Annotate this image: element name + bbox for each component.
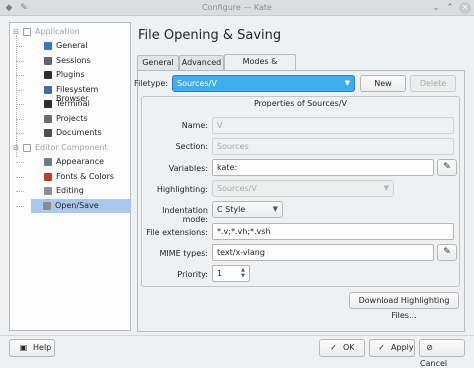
close-icon[interactable]: ✕ [459, 2, 471, 14]
sidebar-item-sessions[interactable]: Sessions [32, 54, 130, 68]
sidebar-item-label: Appearance [56, 157, 105, 166]
delete-button[interactable]: Delete [410, 75, 456, 92]
sidebar-item-filesystem-browser[interactable]: Filesystem Browser [32, 83, 130, 103]
sidebar-item-plugins[interactable]: Plugins [32, 68, 130, 82]
tab-general[interactable]: General [137, 55, 179, 70]
editor-component-icon [23, 144, 31, 152]
sidebar-item-fonts-colors[interactable]: Fonts & Colors [32, 170, 130, 184]
edit-variables-button[interactable]: ✎ [437, 159, 457, 176]
cancel-button[interactable]: ⊘Cancel [419, 339, 465, 368]
indentation-select[interactable]: C Style ▼ [212, 201, 283, 218]
variables-label: Variables: [168, 164, 208, 173]
collapse-toggle-icon[interactable]: ⊟ [12, 143, 20, 153]
sidebar-item-label: Documents [56, 128, 102, 137]
extensions-field[interactable]: *.v;*.vh;*.vsh [212, 223, 454, 240]
title-bar: ◆ ✎ Configure — Kate ⌄ ⌃ ✕ [0, 0, 474, 16]
chevron-down-icon: ▼ [344, 79, 350, 87]
check-icon: ✓ [330, 343, 337, 352]
sidebar-item-label: Plugins [56, 70, 85, 79]
plugins-icon [44, 71, 52, 79]
tab-advanced[interactable]: Advanced [179, 55, 224, 70]
sidebar-item-label: Fonts & Colors [56, 171, 114, 181]
variables-field[interactable]: kate: [212, 159, 434, 176]
application-icon [23, 28, 31, 36]
help-button[interactable]: ▣ Help [9, 339, 55, 357]
group-editor-component[interactable]: ⊟ Editor Component [10, 141, 130, 155]
new-button[interactable]: New [360, 75, 406, 92]
appearance-icon [44, 158, 52, 166]
footer-divider [0, 335, 474, 336]
extensions-label: File extensions: [146, 228, 208, 237]
section-label: Section: [175, 142, 208, 151]
sidebar-item-general[interactable]: General [32, 39, 130, 53]
section-field[interactable]: Sources [212, 138, 454, 155]
edit-mime-button[interactable]: ✎ [437, 244, 457, 261]
download-highlighting-button[interactable]: Download Highlighting Files... [349, 292, 459, 320]
sidebar-item-label: Terminal [56, 99, 90, 108]
collapse-toggle-icon[interactable]: ⊟ [12, 27, 20, 37]
edit-icon: ✎ [443, 162, 451, 172]
sidebar-item-label: General [56, 41, 88, 50]
filetype-select[interactable]: Sources/V ▼ [172, 75, 355, 92]
sidebar-item-open-save[interactable]: Open/Save [31, 198, 131, 213]
edit-icon: ✎ [443, 247, 451, 257]
sidebar-item-label: Sessions [56, 55, 91, 65]
sidebar-item-terminal[interactable]: Terminal [32, 97, 130, 111]
tab-modes-filetypes[interactable]: Modes & Filetypes [224, 54, 296, 79]
priority-label: Priority: [177, 270, 208, 279]
sidebar-item-label: Open/Save [55, 200, 99, 210]
sidebar-item-appearance[interactable]: Appearance [32, 155, 130, 169]
chevron-down-icon: ▼ [272, 205, 278, 213]
maximize-icon[interactable]: ⌃ [444, 2, 456, 14]
highlighting-select[interactable]: Sources/V ▼ [212, 180, 394, 197]
chevron-down-icon: ▼ [383, 184, 389, 192]
minimize-icon[interactable]: ⌄ [430, 2, 442, 14]
window-title: Configure — Kate [202, 3, 272, 12]
projects-icon [44, 114, 52, 123]
sidebar-item-documents[interactable]: Documents [32, 126, 130, 140]
priority-spinbox[interactable]: 1 ▲ ▼ [212, 265, 250, 282]
group-application[interactable]: ⊟ Application [10, 25, 130, 39]
spin-arrows-icon[interactable]: ▲ ▼ [239, 267, 247, 279]
properties-title: Properties of Sources/V [253, 99, 348, 108]
help-icon: ▣ [19, 343, 28, 352]
page-title: File Opening & Saving [138, 28, 282, 43]
indentation-label: Indentation mode: [162, 206, 208, 224]
sessions-icon [44, 56, 52, 65]
general-icon [44, 42, 52, 50]
sidebar-item-label: Projects [56, 113, 88, 123]
mime-label: MIME types: [159, 249, 209, 258]
sidebar-item-projects[interactable]: Projects [32, 112, 130, 126]
cancel-icon: ⊘ [426, 343, 433, 352]
editing-icon [44, 187, 52, 195]
palette-icon [44, 172, 52, 181]
sidebar-item-editing[interactable]: Editing [32, 184, 130, 198]
ok-button[interactable]: ✓ OK [319, 339, 365, 357]
filetype-label: Filetype: [134, 79, 168, 88]
apply-check-icon: ✓ [378, 343, 385, 352]
folder-icon [44, 85, 52, 94]
open-save-icon [43, 201, 51, 210]
settings-sidebar[interactable]: ⊟ Application ⊟ Editor Component General… [9, 22, 131, 331]
sidebar-item-label: Editing [56, 186, 84, 195]
name-field[interactable]: V [212, 117, 454, 134]
highlighting-label: Highlighting: [156, 185, 208, 194]
apply-button[interactable]: ✓ Apply [369, 339, 415, 357]
mime-field[interactable]: text/x-vlang [212, 244, 434, 261]
terminal-icon [44, 100, 52, 108]
documents-icon [44, 129, 52, 137]
name-label: Name: [181, 121, 208, 130]
